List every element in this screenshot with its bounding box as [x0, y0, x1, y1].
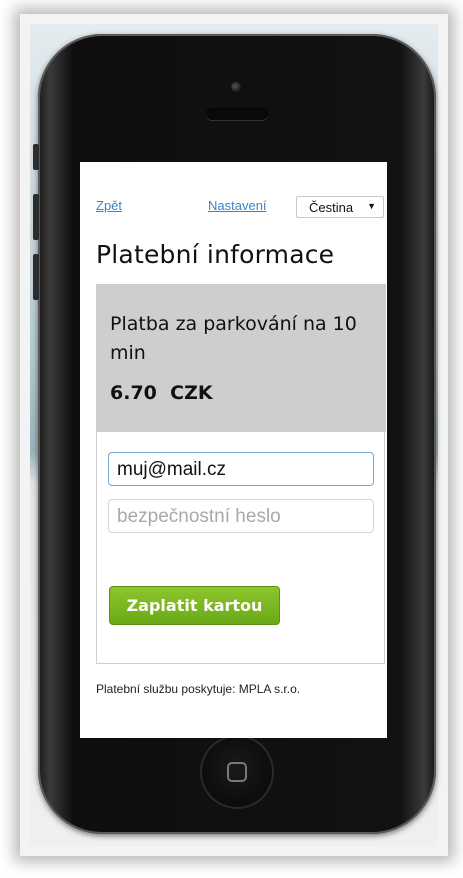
volume-up-button [33, 194, 39, 240]
front-camera [231, 82, 241, 92]
phone-screen: Zpět Nastavení Čestina ▼ Platební inform… [80, 162, 387, 738]
home-button[interactable] [202, 737, 272, 807]
back-link[interactable]: Zpět [96, 198, 122, 213]
payment-form: muj@mail.cz bezpečnostní heslo Zaplatit … [96, 432, 385, 664]
language-select[interactable]: Čestina ▼ [296, 196, 384, 218]
settings-link[interactable]: Nastavení [208, 198, 267, 213]
language-selected-value: Čestina [309, 200, 354, 215]
payment-currency: CZK [170, 382, 213, 404]
mute-switch [33, 144, 39, 170]
earpiece-speaker [206, 108, 268, 120]
payment-amount: 6.70 [110, 382, 157, 404]
provider-footer: Platební službu poskytuje: MPLA s.r.o. [96, 682, 301, 696]
security-password-input[interactable]: bezpečnostní heslo [108, 499, 374, 533]
payment-amount-row: 6.70 CZK [110, 382, 213, 404]
payment-description: Platba za parkování na 10 min [110, 313, 357, 364]
volume-down-button [33, 254, 39, 300]
top-navigation: Zpět Nastavení Čestina ▼ [80, 190, 387, 220]
dropdown-arrow-icon: ▼ [367, 201, 376, 211]
pay-by-card-button[interactable]: Zaplatit kartou [109, 586, 280, 625]
payment-summary: Platba za parkování na 10 min 6.70 CZK [96, 284, 386, 432]
page-title: Platební informace [96, 240, 335, 269]
home-square-icon [227, 762, 247, 782]
email-input[interactable]: muj@mail.cz [108, 452, 374, 486]
